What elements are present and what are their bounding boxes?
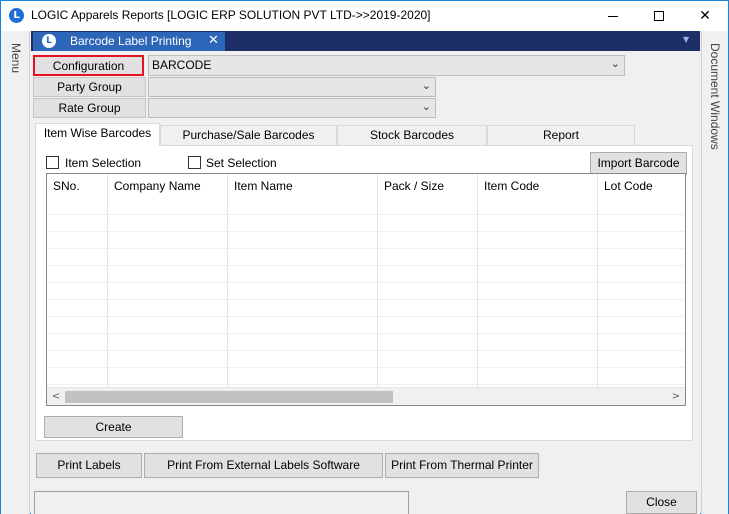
item-wise-barcodes-panel: Item Selection Set Selection Import Barc… — [35, 145, 693, 441]
rate-group-label: Rate Group — [58, 101, 121, 115]
minimize-button[interactable] — [590, 1, 636, 31]
create-button[interactable]: Create — [44, 416, 183, 438]
scrollbar-thumb[interactable] — [65, 391, 393, 403]
item-selection-label: Item Selection — [65, 156, 142, 170]
column-divider — [477, 174, 478, 387]
import-barcode-label: Import Barcode — [597, 156, 680, 170]
document-tab-label: Barcode Label Printing — [70, 34, 192, 48]
document-windows-label: Document Windows — [708, 43, 722, 150]
status-box — [34, 491, 409, 514]
barcode-form: Configuration BARCODE ⌄ Party Group ⌄ Ra… — [31, 51, 700, 514]
column-header-sno[interactable]: SNo. — [47, 174, 108, 198]
configuration-value: BARCODE — [152, 58, 212, 72]
barcode-tabs: Item Wise Barcodes Purchase/Sale Barcode… — [35, 123, 635, 146]
column-header-lot-code[interactable]: Lot Code — [598, 174, 685, 198]
tab-stock-barcodes[interactable]: Stock Barcodes — [337, 125, 487, 146]
title-bar: L LOGIC Apparels Reports [LOGIC ERP SOLU… — [1, 1, 728, 31]
column-header-item-name[interactable]: Item Name — [228, 174, 378, 198]
table-row — [47, 198, 685, 215]
document-tab-barcode-label-printing[interactable]: L Barcode Label Printing ✕ — [33, 32, 225, 51]
scroll-left-icon[interactable]: < — [49, 390, 63, 404]
tab-label: Stock Barcodes — [369, 128, 455, 142]
close-window-button[interactable]: ✕ — [682, 1, 728, 31]
tab-purchase-sale-barcodes[interactable]: Purchase/Sale Barcodes — [160, 125, 337, 146]
logic-logo-icon: L — [42, 34, 56, 48]
table-row — [47, 266, 685, 283]
table-row — [47, 232, 685, 249]
table-row — [47, 249, 685, 266]
rate-group-combo[interactable]: ⌄ — [148, 98, 436, 118]
tab-label: Purchase/Sale Barcodes — [182, 128, 315, 142]
column-header-item-code[interactable]: Item Code — [478, 174, 598, 198]
logic-logo-icon: L — [9, 8, 24, 23]
party-group-label: Party Group — [57, 80, 122, 94]
barcode-grid[interactable]: SNo. Company Name Item Name Pack / Size … — [46, 173, 686, 406]
window-title: LOGIC Apparels Reports [LOGIC ERP SOLUTI… — [31, 8, 431, 22]
print-labels-button[interactable]: Print Labels — [36, 453, 142, 478]
column-divider — [597, 174, 598, 387]
scroll-right-icon[interactable]: > — [669, 390, 683, 404]
document-windows-rail[interactable]: Document Windows — [701, 31, 728, 514]
table-row — [47, 215, 685, 232]
chevron-down-icon: ⌄ — [421, 79, 431, 92]
chevron-down-icon: ⌄ — [610, 57, 620, 70]
tab-report[interactable]: Report — [487, 125, 635, 146]
tab-label: Report — [542, 128, 580, 142]
table-row — [47, 351, 685, 368]
close-icon: ✕ — [699, 8, 711, 24]
create-label: Create — [95, 420, 132, 434]
column-divider — [377, 174, 378, 387]
print-external-label: Print From External Labels Software — [167, 458, 360, 472]
menu-rail-label: Menu — [9, 43, 23, 74]
minimize-icon — [608, 15, 618, 17]
print-thermal-printer-button[interactable]: Print From Thermal Printer — [385, 453, 539, 478]
item-selection-checkbox[interactable] — [46, 156, 59, 169]
tab-list-arrow-icon[interactable]: ▼ — [683, 35, 689, 44]
close-label: Close — [646, 495, 677, 509]
maximize-button[interactable] — [636, 1, 682, 31]
app-window: L LOGIC Apparels Reports [LOGIC ERP SOLU… — [0, 0, 729, 514]
close-tab-icon[interactable]: ✕ — [208, 33, 219, 48]
table-row — [47, 300, 685, 317]
import-barcode-button[interactable]: Import Barcode — [590, 152, 687, 175]
party-group-combo[interactable]: ⌄ — [148, 77, 436, 97]
set-selection-label: Set Selection — [206, 156, 277, 170]
column-divider — [107, 174, 108, 387]
table-row — [47, 368, 685, 385]
configuration-button[interactable]: Configuration — [33, 55, 144, 76]
table-row — [47, 334, 685, 351]
close-button[interactable]: Close — [626, 491, 697, 514]
table-row — [47, 317, 685, 334]
grid-body — [47, 198, 685, 387]
column-divider — [227, 174, 228, 387]
horizontal-scrollbar[interactable]: < > — [47, 387, 685, 405]
tab-label: Item Wise Barcodes — [43, 126, 152, 140]
document-tab-strip: L Barcode Label Printing ✕ ▼ — [31, 31, 700, 51]
maximize-icon — [654, 11, 664, 21]
tab-item-wise-barcodes[interactable]: Item Wise Barcodes — [35, 123, 160, 146]
party-group-label-box: Party Group — [33, 77, 146, 97]
print-labels-label: Print Labels — [57, 458, 121, 472]
chevron-down-icon: ⌄ — [421, 100, 431, 113]
table-row — [47, 283, 685, 300]
grid-header: SNo. Company Name Item Name Pack / Size … — [47, 174, 685, 198]
menu-rail[interactable]: Menu — [1, 31, 30, 514]
configuration-label: Configuration — [52, 59, 125, 73]
print-thermal-label: Print From Thermal Printer — [391, 458, 533, 472]
column-header-company-name[interactable]: Company Name — [108, 174, 228, 198]
rate-group-label-box: Rate Group — [33, 98, 146, 118]
configuration-combo[interactable]: BARCODE ⌄ — [148, 55, 625, 76]
print-external-software-button[interactable]: Print From External Labels Software — [144, 453, 383, 478]
column-header-pack-size[interactable]: Pack / Size — [378, 174, 478, 198]
set-selection-checkbox[interactable] — [188, 156, 201, 169]
